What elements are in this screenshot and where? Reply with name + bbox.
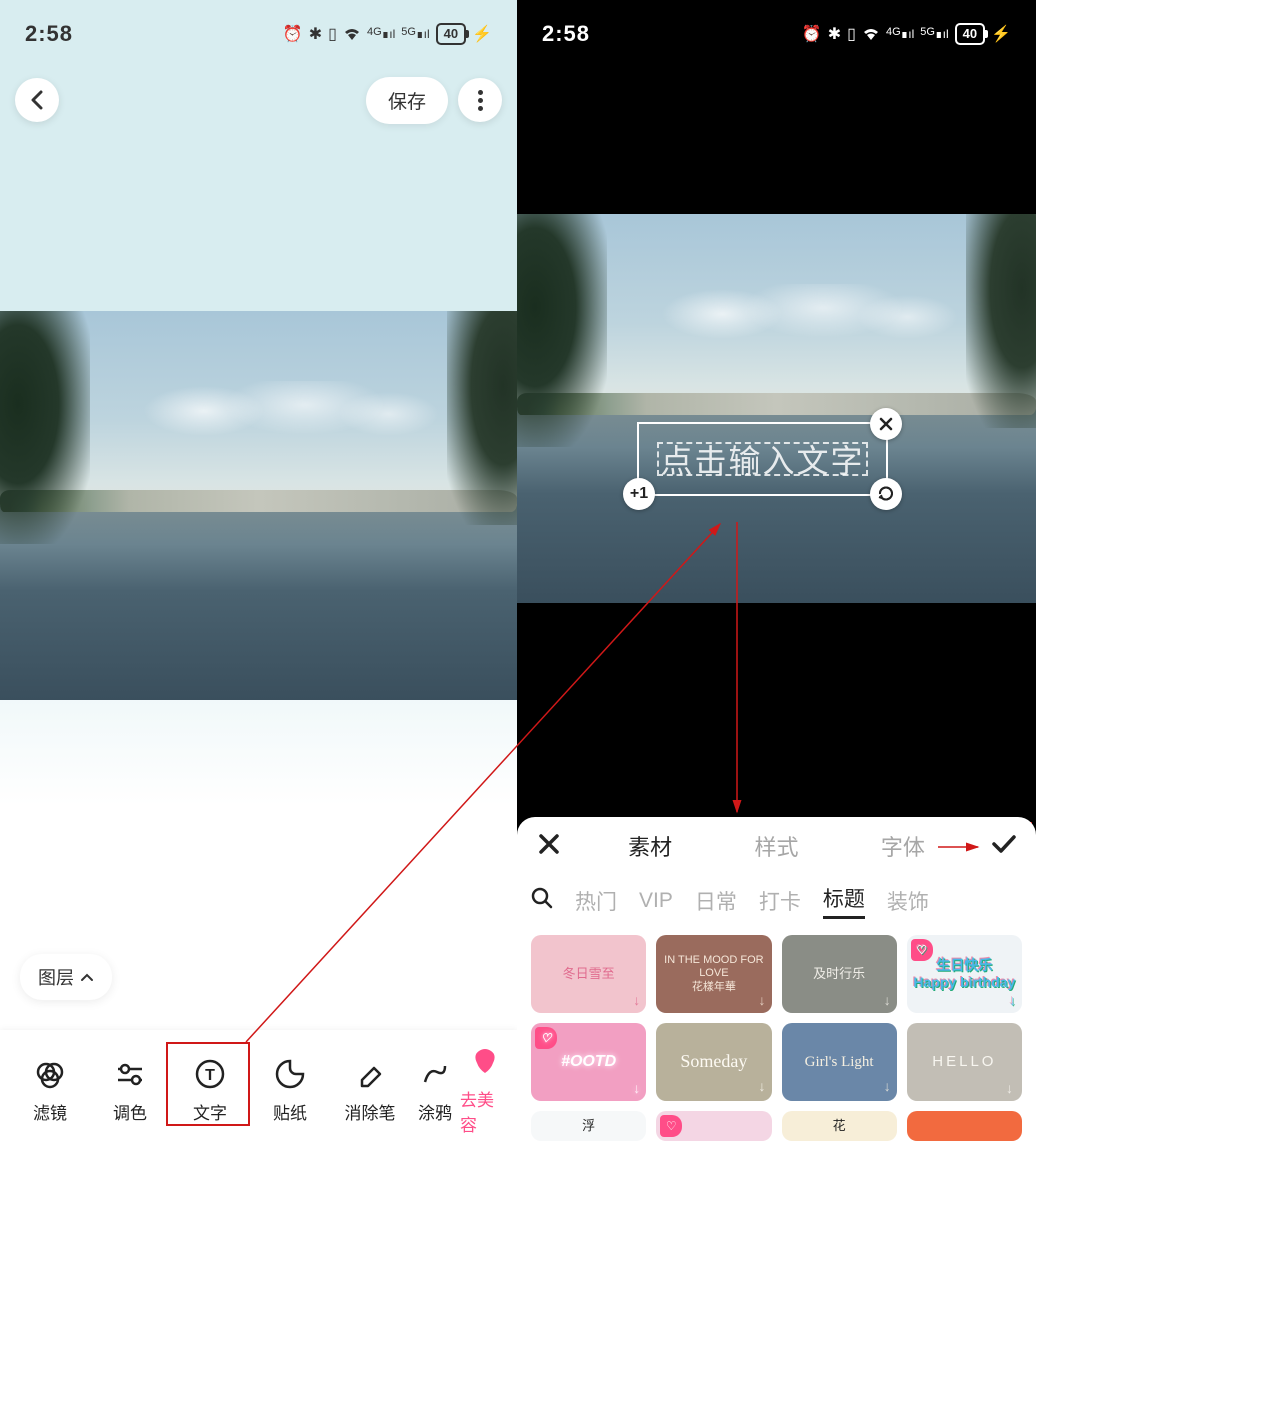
save-button[interactable]: 保存	[366, 77, 448, 124]
category-title[interactable]: 标题	[823, 883, 865, 919]
download-icon: ↓	[633, 1080, 640, 1097]
chevron-up-icon	[80, 972, 94, 982]
tool-doodle[interactable]: 涂鸦	[410, 1057, 460, 1124]
doodle-icon	[419, 1057, 451, 1091]
category-checkin[interactable]: 打卡	[759, 886, 801, 916]
vip-badge-icon: ♡	[660, 1115, 682, 1137]
category-hot[interactable]: 热门	[575, 886, 617, 916]
status-bar-left: 2:58 ⏰ ✱ ▯ 4G∎ıl 5G∎ıl 40 ⚡	[0, 0, 517, 53]
sticker-item[interactable]: 花	[782, 1111, 897, 1141]
text-icon: T	[194, 1057, 226, 1091]
tool-beauty[interactable]: 去美容	[460, 1044, 510, 1136]
svg-text:T: T	[205, 1067, 215, 1084]
signal-5g-icon: 5G∎ıl	[401, 26, 429, 41]
category-vip[interactable]: VIP	[639, 889, 673, 913]
sticker-item[interactable]: 冬日雪至↓	[531, 935, 646, 1013]
sticker-item[interactable]: #OOTD↓♡	[531, 1023, 646, 1101]
tool-label: 去美容	[460, 1086, 510, 1136]
more-button[interactable]	[458, 78, 502, 122]
tool-label: 贴纸	[273, 1099, 307, 1124]
panel-tabs: 素材 样式 字体	[577, 825, 976, 867]
tool-erase[interactable]: 消除笔	[330, 1057, 410, 1124]
text-duplicate-handle[interactable]: +1	[623, 478, 655, 510]
text-style-panel: 素材 样式 字体 热门 VIP 日常 打卡 标题 装饰 冬日雪至↓IN THE …	[517, 817, 1036, 1157]
vibrate-icon: ▯	[328, 24, 337, 44]
tool-label: 消除笔	[345, 1099, 396, 1124]
back-button[interactable]	[15, 78, 59, 122]
bottom-toolbar: 滤镜 调色 T 文字 贴纸 消除笔	[0, 1030, 517, 1150]
vibrate-icon: ▯	[847, 24, 856, 44]
battery-icon: 40	[436, 23, 466, 45]
vip-badge-icon: ♡	[911, 939, 933, 961]
text-input-box[interactable]: 点击输入文字 +1	[625, 410, 900, 508]
download-icon: ↓	[1006, 1080, 1016, 1097]
panel-confirm-button[interactable]	[984, 831, 1024, 862]
alarm-icon: ⏰	[802, 24, 822, 44]
tool-label: 文字	[193, 1099, 227, 1124]
sticker-icon	[274, 1057, 306, 1091]
bluetooth-icon: ✱	[828, 24, 841, 44]
wifi-icon	[343, 25, 361, 43]
tool-adjust[interactable]: 调色	[90, 1057, 170, 1124]
text-close-handle[interactable]	[870, 408, 902, 440]
status-icons: ⏰ ✱ ▯ 4G∎ıl 5G∎ıl 40 ⚡	[283, 23, 492, 45]
tool-label: 涂鸦	[418, 1099, 452, 1124]
tool-sticker[interactable]: 贴纸	[250, 1057, 330, 1124]
alarm-icon: ⏰	[283, 24, 303, 44]
tab-material[interactable]: 素材	[608, 825, 692, 867]
signal-5g-icon: 5G∎ıl	[920, 26, 948, 41]
panel-close-button[interactable]	[529, 831, 569, 862]
tool-text[interactable]: T 文字	[170, 1057, 250, 1124]
category-decorate[interactable]: 装饰	[887, 886, 929, 916]
sticker-item[interactable]	[907, 1111, 1022, 1141]
sticker-item[interactable]: 生日快乐 Happy birthday↓♡	[907, 935, 1022, 1013]
sticker-item[interactable]: Girl's Light↓	[782, 1023, 897, 1101]
filter-icon	[34, 1057, 66, 1091]
tab-font[interactable]: 字体	[861, 825, 945, 867]
panel-header: 素材 样式 字体	[517, 817, 1036, 875]
sticker-grid: 冬日雪至↓IN THE MOOD FOR LOVE 花樣年華↓及时行乐↓生日快乐…	[517, 927, 1036, 1149]
download-icon: ↓	[884, 992, 891, 1009]
download-icon: ↓	[633, 992, 640, 1009]
sticker-item[interactable]: ♡	[656, 1111, 771, 1141]
text-rotate-handle[interactable]	[870, 478, 902, 510]
status-time: 2:58	[542, 21, 590, 47]
tab-style[interactable]: 样式	[734, 825, 818, 867]
vip-badge-icon: ♡	[535, 1027, 557, 1049]
sticker-item[interactable]: 及时行乐↓	[782, 935, 897, 1013]
screen-left-editor: 2:58 ⏰ ✱ ▯ 4G∎ıl 5G∎ıl 40 ⚡ 保存	[0, 0, 517, 1150]
download-icon: ↓	[1009, 992, 1016, 1009]
search-button[interactable]	[531, 887, 553, 915]
category-daily[interactable]: 日常	[695, 886, 737, 916]
tool-filter[interactable]: 滤镜	[10, 1057, 90, 1124]
charging-icon: ⚡	[472, 24, 492, 44]
wifi-icon	[862, 25, 880, 43]
beauty-icon	[469, 1044, 501, 1078]
signal-4g-icon: 4G∎ıl	[886, 26, 914, 41]
sticker-item[interactable]: HELLO↓	[907, 1023, 1022, 1101]
tool-label: 滤镜	[33, 1099, 67, 1124]
status-bar-right: 2:58 ⏰ ✱ ▯ 4G∎ıl 5G∎ıl 40 ⚡	[517, 0, 1036, 53]
category-row: 热门 VIP 日常 打卡 标题 装饰	[517, 875, 1036, 927]
layers-label: 图层	[38, 964, 74, 990]
status-time: 2:58	[25, 21, 73, 47]
layers-button[interactable]: 图层	[20, 954, 112, 1000]
canvas-image-right[interactable]	[517, 214, 1036, 603]
battery-icon: 40	[955, 23, 985, 45]
sticker-item[interactable]: IN THE MOOD FOR LOVE 花樣年華↓	[656, 935, 771, 1013]
sticker-item[interactable]: Someday↓	[656, 1023, 771, 1101]
canvas-image-left[interactable]	[0, 311, 517, 700]
download-icon: ↓	[759, 1080, 766, 1097]
bluetooth-icon: ✱	[309, 24, 322, 44]
download-icon: ↓	[759, 992, 766, 1009]
text-placeholder: 点击输入文字	[660, 436, 864, 482]
download-icon: ↓	[884, 1080, 891, 1097]
signal-4g-icon: 4G∎ıl	[367, 26, 395, 41]
status-icons: ⏰ ✱ ▯ 4G∎ıl 5G∎ıl 40 ⚡	[802, 23, 1011, 45]
tool-label: 调色	[113, 1099, 147, 1124]
erase-icon	[354, 1057, 386, 1091]
adjust-icon	[114, 1057, 146, 1091]
sticker-item[interactable]: 浮	[531, 1111, 646, 1141]
charging-icon: ⚡	[991, 24, 1011, 44]
